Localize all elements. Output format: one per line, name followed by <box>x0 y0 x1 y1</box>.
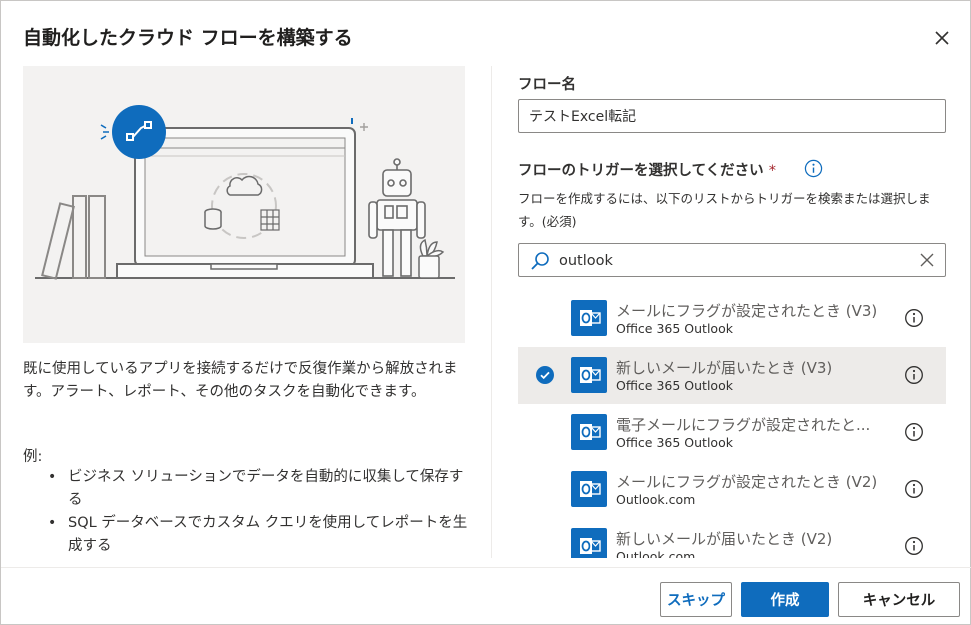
trigger-label-text: フローのトリガーを選択してください <box>518 163 764 179</box>
books-icon <box>41 195 106 280</box>
database-icon <box>204 208 222 230</box>
trigger-search-input[interactable] <box>557 249 901 273</box>
footer-divider <box>1 567 971 568</box>
trigger-item[interactable]: メールにフラグが設定されたとき (V2) Outlook.com <box>518 461 946 518</box>
search-icon <box>531 252 549 270</box>
trigger-connector: Office 365 Outlook <box>616 321 733 336</box>
trigger-item[interactable]: メールにフラグが設定されたとき (V3) Office 365 Outlook <box>518 290 946 347</box>
trigger-connector: Outlook.com <box>616 492 696 507</box>
clear-icon[interactable] <box>919 252 935 268</box>
example-item: ビジネス ソリューションでデータを自動的に収集して保存する <box>23 466 468 512</box>
laptop-illustration <box>35 105 455 280</box>
skip-button[interactable]: スキップ <box>660 582 732 617</box>
plant-icon <box>418 238 445 279</box>
info-icon[interactable] <box>904 308 924 328</box>
table-icon <box>260 209 280 231</box>
cloud-icon <box>226 175 263 196</box>
trigger-title: 新しいメールが届いたとき (V3) <box>616 359 833 377</box>
trigger-connector: Office 365 Outlook <box>616 378 733 393</box>
trigger-connector: Outlook.com <box>616 549 696 558</box>
info-icon[interactable] <box>904 536 924 556</box>
examples-label: 例: <box>23 449 43 465</box>
trigger-item-selected[interactable]: 新しいメールが届いたとき (V3) Office 365 Outlook <box>518 347 946 404</box>
trigger-title: 電子メールにフラグが設定されたと... <box>616 416 871 434</box>
example-item: SQL データベースでカスタム クエリを使用してレポートを生成する <box>23 512 468 558</box>
flow-name-input[interactable] <box>518 99 946 133</box>
dialog-title: 自動化したクラウド フローを構築する <box>23 27 353 49</box>
info-icon[interactable] <box>804 159 823 178</box>
trigger-title: メールにフラグが設定されたとき (V2) <box>616 473 878 491</box>
trigger-list: メールにフラグが設定されたとき (V3) Office 365 Outlook … <box>518 290 946 558</box>
outlook-icon <box>571 414 607 450</box>
info-icon[interactable] <box>904 422 924 442</box>
trigger-title: 新しいメールが届いたとき (V2) <box>616 530 833 548</box>
outlook-icon <box>571 528 607 558</box>
outlook-icon <box>571 471 607 507</box>
vertical-divider <box>491 66 492 558</box>
trigger-search-box[interactable] <box>518 243 946 277</box>
trigger-item[interactable]: 新しいメールが届いたとき (V2) Outlook.com <box>518 518 946 558</box>
checkmark-icon <box>536 366 554 384</box>
robot-icon <box>368 158 426 277</box>
trigger-hint: フローを作成するには、以下のリストからトリガーを検索または選択します。(必須) <box>518 191 931 229</box>
trigger-item[interactable]: 電子メールにフラグが設定されたと... Office 365 Outlook <box>518 404 946 461</box>
outlook-icon <box>571 357 607 393</box>
description-text: 既に使用しているアプリを接続するだけで反復作業から解放されます。アラート、レポー… <box>23 361 458 400</box>
info-icon[interactable] <box>904 479 924 499</box>
create-button[interactable]: 作成 <box>741 582 829 617</box>
flow-icon <box>112 105 166 159</box>
examples-list: ビジネス ソリューションでデータを自動的に収集して保存する SQL データベース… <box>23 466 468 558</box>
close-icon[interactable] <box>929 25 955 51</box>
info-icon[interactable] <box>904 365 924 385</box>
cancel-button[interactable]: キャンセル <box>838 582 960 617</box>
trigger-title: メールにフラグが設定されたとき (V3) <box>616 302 878 320</box>
hero-illustration <box>23 66 465 343</box>
trigger-label: フローのトリガーを選択してください * <box>518 159 776 180</box>
trigger-connector: Office 365 Outlook <box>616 435 733 450</box>
outlook-icon <box>571 300 607 336</box>
flow-name-label: フロー名 <box>518 77 576 93</box>
required-mark: * <box>768 163 776 179</box>
